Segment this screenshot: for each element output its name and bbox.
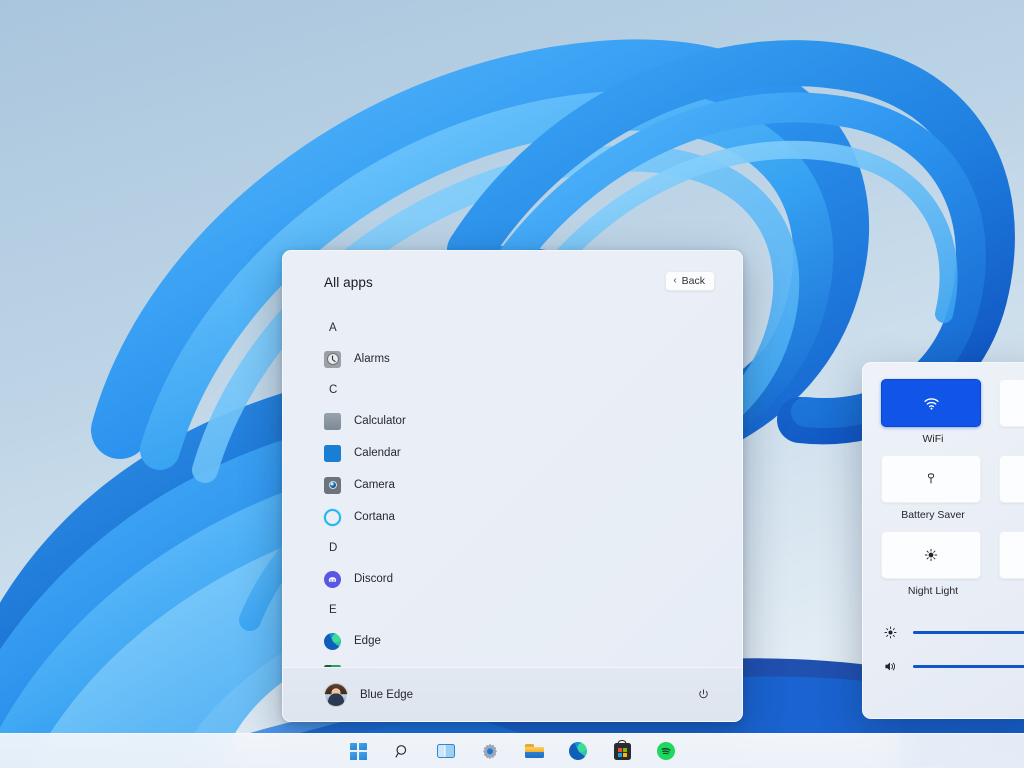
quick-tile-label: Conn: [999, 585, 1024, 597]
quick-settings-panel: WiFi Blueto Battery Saver: [862, 362, 1024, 719]
taskbar-task-view-button[interactable]: [434, 739, 458, 763]
quick-tile-label: Blueto: [999, 433, 1024, 445]
letter-header-e: E: [283, 595, 742, 625]
taskbar-search-button[interactable]: [390, 739, 414, 763]
calendar-icon: [324, 445, 341, 462]
app-list-item-discord[interactable]: Discord: [283, 563, 742, 595]
brightness-slider[interactable]: [881, 615, 1024, 649]
volume-icon: [881, 659, 899, 674]
quick-tile-label: Night Light: [881, 585, 985, 597]
spotify-icon: [657, 742, 675, 760]
excel-icon: X: [324, 665, 341, 668]
app-label: Cortana: [354, 511, 395, 523]
start-menu-user-bar: Blue Edge: [283, 667, 742, 721]
wifi-icon: [923, 395, 940, 412]
quick-tile-label: WiFi: [881, 433, 985, 445]
volume-slider-track[interactable]: [913, 665, 1024, 668]
quick-tile-connect[interactable]: Conn: [999, 531, 1024, 597]
app-label: Calendar: [354, 447, 401, 459]
power-icon[interactable]: [692, 684, 714, 706]
app-label: Camera: [354, 479, 395, 491]
calculator-icon: [324, 413, 341, 430]
taskbar: [0, 733, 1024, 768]
folder-icon: [525, 744, 544, 758]
taskbar-start-button[interactable]: [346, 739, 370, 763]
quick-tile-wifi-button[interactable]: [881, 379, 981, 427]
alarms-icon: [324, 351, 341, 368]
start-menu-all-apps-panel: All apps ‹ Back A Alarms C Calculato: [282, 250, 743, 722]
quick-tile-focus-assist-button[interactable]: [999, 455, 1024, 503]
quick-tile-label: Battery Saver: [881, 509, 985, 521]
desktop: All apps ‹ Back A Alarms C Calculato: [0, 0, 1024, 768]
discord-icon: [324, 571, 341, 588]
quick-tile-battery-saver[interactable]: Battery Saver: [881, 455, 985, 521]
brightness-icon: [881, 625, 899, 640]
user-avatar[interactable]: [324, 683, 348, 707]
app-label: Calculator: [354, 415, 406, 427]
sun-icon: [923, 547, 939, 563]
letter-header-d: D: [283, 533, 742, 563]
volume-slider[interactable]: [881, 649, 1024, 683]
quick-tile-wifi[interactable]: WiFi: [881, 379, 985, 445]
letter-header-c: C: [283, 375, 742, 405]
back-button[interactable]: ‹ Back: [665, 271, 715, 291]
search-icon: [394, 743, 411, 760]
letter-header-a: A: [283, 313, 742, 343]
quick-settings-sliders: [881, 615, 1024, 683]
quick-tile-bluetooth[interactable]: Blueto: [999, 379, 1024, 445]
quick-tile-night-light[interactable]: Night Light: [881, 531, 985, 597]
quick-tile-battery-saver-button[interactable]: [881, 455, 981, 503]
quick-tile-night-light-button[interactable]: [881, 531, 981, 579]
app-list-item-camera[interactable]: Camera: [283, 469, 742, 501]
taskbar-spotify-button[interactable]: [654, 739, 678, 763]
quick-tile-connect-button[interactable]: [999, 531, 1024, 579]
back-button-label: Back: [682, 275, 705, 287]
taskbar-edge-button[interactable]: [566, 739, 590, 763]
quick-tile-bluetooth-button[interactable]: [999, 379, 1024, 427]
brightness-slider-fill: [913, 631, 1024, 634]
taskbar-store-button[interactable]: [610, 739, 634, 763]
quick-settings-tile-grid: WiFi Blueto Battery Saver: [881, 379, 1024, 597]
volume-slider-fill: [913, 665, 1024, 668]
app-label: Edge: [354, 635, 381, 647]
all-apps-list[interactable]: A Alarms C Calculator Calendar: [283, 313, 742, 667]
edge-icon: [569, 742, 587, 760]
edge-icon: [324, 633, 341, 650]
app-list-item-excel[interactable]: X Excel: [283, 657, 742, 667]
taskbar-file-explorer-button[interactable]: [522, 739, 546, 763]
start-menu-header: All apps ‹ Back: [283, 251, 742, 313]
app-list-item-edge[interactable]: Edge: [283, 625, 742, 657]
page-title: All apps: [324, 275, 373, 290]
cortana-icon: [324, 509, 341, 526]
app-list-item-cortana[interactable]: Cortana: [283, 501, 742, 533]
windows-start-icon: [350, 743, 367, 760]
app-label: Alarms: [354, 353, 390, 365]
store-icon: [614, 743, 631, 760]
task-view-icon: [437, 744, 455, 758]
app-label: Discord: [354, 573, 393, 585]
chevron-left-icon: ‹: [673, 276, 676, 286]
user-name-label: Blue Edge: [360, 689, 680, 701]
app-list-item-calculator[interactable]: Calculator: [283, 405, 742, 437]
taskbar-settings-button[interactable]: [478, 739, 502, 763]
camera-icon: [324, 477, 341, 494]
quick-tile-label: Focus a: [999, 509, 1024, 521]
gear-icon: [481, 742, 499, 760]
app-list-item-alarms[interactable]: Alarms: [283, 343, 742, 375]
app-list-item-calendar[interactable]: Calendar: [283, 437, 742, 469]
battery-saver-icon: [923, 471, 939, 487]
quick-tile-focus-assist[interactable]: Focus a: [999, 455, 1024, 521]
brightness-slider-track[interactable]: [913, 631, 1024, 634]
